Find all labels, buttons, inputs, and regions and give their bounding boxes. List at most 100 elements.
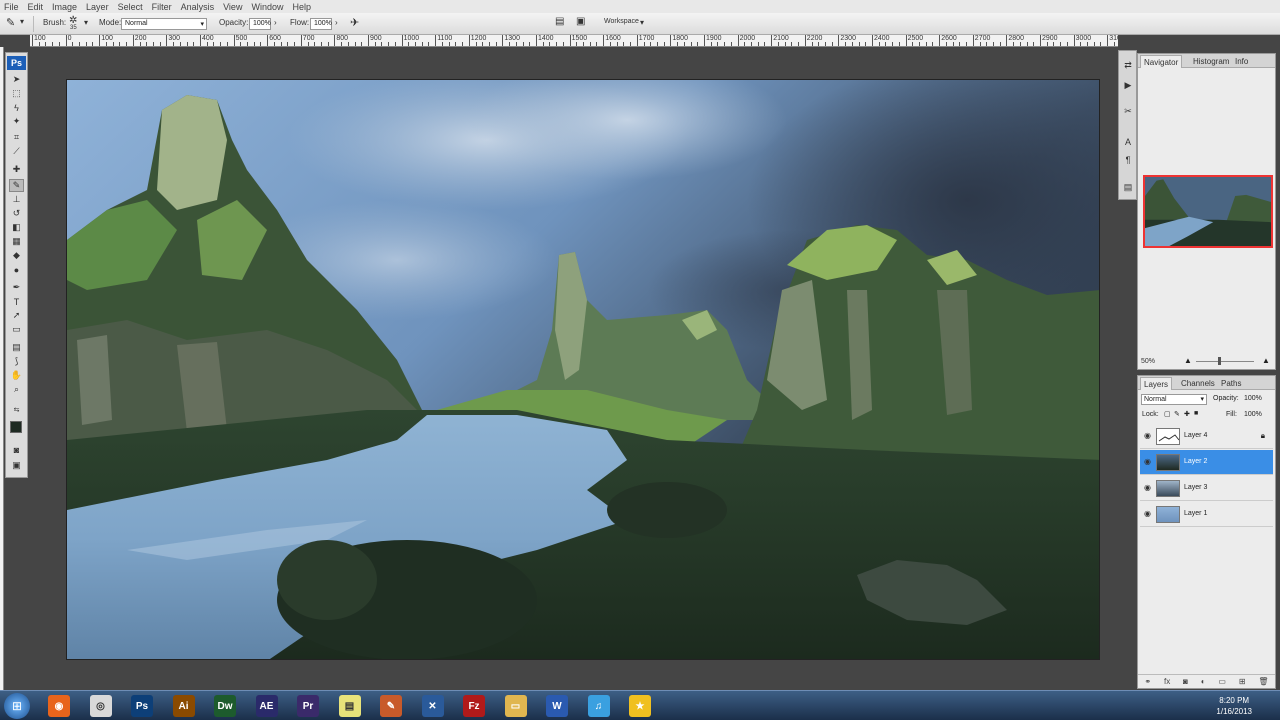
eye-icon[interactable]: ◉ — [1144, 431, 1151, 440]
taskbar-app-w-icon[interactable]: W — [546, 695, 568, 717]
hand-tool-icon[interactable]: ✋ — [9, 369, 24, 382]
tab-layers[interactable]: Layers — [1140, 377, 1173, 390]
blur-tool-icon[interactable]: ◆ — [9, 249, 24, 262]
adjustment-layer-icon[interactable]: ◐ — [1201, 677, 1206, 686]
tab-info[interactable]: Info — [1232, 55, 1251, 68]
taskbar-app-paint-icon[interactable]: ✎ — [380, 695, 402, 717]
notes-tool-icon[interactable]: ▤ — [9, 341, 24, 354]
tool-presets-icon[interactable]: ✂ — [1121, 105, 1135, 118]
healing-brush-icon[interactable]: ✚ — [9, 163, 24, 176]
lock-transparent-icon[interactable]: ▢ — [1164, 410, 1171, 418]
layer-row-layer-4[interactable]: ◉ Layer 4 🔒︎ — [1140, 424, 1273, 449]
bridge-icon[interactable]: ▤ — [555, 16, 564, 27]
start-button[interactable]: ⊞ — [4, 693, 30, 719]
flow-input[interactable]: 100% — [310, 18, 332, 30]
document-canvas[interactable] — [66, 79, 1100, 660]
new-group-icon[interactable]: ▭ — [1218, 677, 1226, 686]
opacity-input[interactable]: 100% — [249, 18, 271, 30]
new-layer-icon[interactable]: ⊞ — [1239, 677, 1246, 686]
eraser-tool-icon[interactable]: ◧ — [9, 221, 24, 234]
menu-file[interactable]: File — [4, 2, 19, 12]
taskbar-app-filezilla-icon[interactable]: Fz — [463, 695, 485, 717]
brushes-panel-icon[interactable]: ⇄ — [1121, 59, 1135, 72]
menu-help[interactable]: Help — [292, 2, 311, 12]
lock-all-icon[interactable]: ■ — [1194, 410, 1198, 417]
brush-tool-icon[interactable]: ✎ — [9, 179, 24, 192]
taskbar-app-firefox-icon[interactable]: ◉ — [48, 695, 70, 717]
tab-navigator[interactable]: Navigator — [1140, 55, 1183, 68]
zoom-out-icon[interactable]: ▲ — [1184, 356, 1192, 365]
blend-mode-select[interactable]: Normal ▾ — [1141, 394, 1207, 405]
zoom-slider-handle[interactable] — [1218, 357, 1221, 365]
taskbar-app-ae-icon[interactable]: AE — [255, 695, 278, 717]
lock-image-icon[interactable]: ✎ — [1174, 410, 1180, 418]
taskbar-app-ps-icon[interactable]: Ps — [131, 695, 153, 717]
clone-stamp-icon[interactable]: ⊥ — [9, 193, 24, 206]
taskbar-app-notes-icon[interactable]: ▤ — [338, 695, 361, 717]
menu-filter[interactable]: Filter — [152, 2, 172, 12]
history-brush-icon[interactable]: ↺ — [9, 207, 24, 220]
lasso-tool-icon[interactable]: ϟ — [9, 101, 24, 114]
zoom-slider[interactable] — [1196, 361, 1254, 362]
marquee-tool-icon[interactable]: ⬚ — [9, 87, 24, 100]
quick-mask-icon[interactable]: ◙ — [9, 443, 24, 456]
brush-tool-icon[interactable]: ✎ — [6, 16, 15, 29]
flow-slider-arrow[interactable]: › — [335, 18, 338, 27]
layer-comps-icon[interactable]: ▤ — [1121, 181, 1135, 194]
taskbar-app-dw-icon[interactable]: Dw — [214, 695, 236, 717]
tab-paths[interactable]: Paths — [1218, 377, 1244, 390]
path-selection-icon[interactable]: ➚ — [9, 309, 24, 322]
navigator-thumbnail[interactable] — [1143, 175, 1273, 248]
brush-picker-dropdown[interactable]: ▾ — [84, 18, 88, 27]
pen-tool-icon[interactable]: ✒ — [9, 281, 24, 294]
opacity-slider-arrow[interactable]: › — [274, 18, 277, 27]
mode-select[interactable]: Normal ▾ — [121, 18, 207, 30]
foreground-color-swatch[interactable] — [10, 421, 22, 433]
crop-tool-icon[interactable]: ⌗ — [9, 131, 24, 144]
tab-histogram[interactable]: Histogram — [1190, 55, 1232, 68]
layer-style-icon[interactable]: fx — [1164, 677, 1170, 686]
menu-image[interactable]: Image — [52, 2, 77, 12]
gradient-tool-icon[interactable]: ▦ — [9, 235, 24, 248]
screen-mode-icon[interactable]: ▣ — [9, 459, 24, 472]
layer-mask-icon[interactable]: ◙ — [1183, 677, 1188, 686]
type-tool-icon[interactable]: T — [9, 295, 24, 308]
dodge-tool-icon[interactable]: ● — [9, 263, 24, 276]
menu-select[interactable]: Select — [118, 2, 143, 12]
taskbar-app-chrome-icon[interactable]: ◎ — [89, 695, 112, 717]
link-layers-icon[interactable]: ⚭ — [1144, 677, 1151, 686]
taskbar-app-itunes-icon[interactable]: ♫ — [587, 695, 610, 717]
move-tool-icon[interactable]: ➤ — [9, 73, 24, 86]
character-panel-icon[interactable]: A — [1121, 135, 1135, 148]
lock-position-icon[interactable]: ✚ — [1184, 410, 1190, 418]
zoom-in-icon[interactable]: ▲ — [1262, 356, 1270, 365]
swap-colors-icon[interactable]: ⇆ — [9, 403, 24, 416]
magic-wand-icon[interactable]: ✦ — [9, 115, 24, 128]
eye-icon[interactable]: ◉ — [1144, 509, 1151, 518]
fill-value[interactable]: 100% — [1244, 411, 1262, 418]
workspace-menu[interactable]: Workspace — [604, 18, 639, 25]
taskbar-app-ai-icon[interactable]: Ai — [172, 695, 195, 717]
zoom-tool-icon[interactable]: ⌕ — [9, 383, 24, 396]
layer-row-layer-1[interactable]: ◉ Layer 1 — [1140, 502, 1273, 527]
menu-window[interactable]: Window — [251, 2, 283, 12]
taskbar-app-terminal-icon[interactable]: ✕ — [421, 695, 444, 717]
actions-panel-icon[interactable]: ▶ — [1121, 79, 1135, 92]
layer-row-layer-2[interactable]: ◉ Layer 2 — [1140, 450, 1273, 475]
airbrush-icon[interactable]: ✈ — [350, 16, 359, 29]
menu-edit[interactable]: Edit — [28, 2, 44, 12]
eye-icon[interactable]: ◉ — [1144, 483, 1151, 492]
menu-layer[interactable]: Layer — [86, 2, 109, 12]
taskbar-app-explorer-icon[interactable]: ▭ — [504, 695, 527, 717]
system-clock[interactable]: 8:20 PM 1/16/2013 — [1216, 695, 1252, 717]
tab-channels[interactable]: Channels — [1178, 377, 1218, 390]
slice-tool-icon[interactable]: ⟋ — [9, 145, 24, 158]
zoom-level[interactable]: 50% — [1141, 358, 1155, 365]
taskbar-app-pr-icon[interactable]: Pr — [297, 695, 319, 717]
layer-row-layer-3[interactable]: ◉ Layer 3 — [1140, 476, 1273, 501]
menu-analysis[interactable]: Analysis — [181, 2, 215, 12]
tool-preset-dropdown[interactable]: ▾ — [20, 17, 24, 26]
layer-opacity-value[interactable]: 100% — [1244, 395, 1262, 402]
eyedropper-icon[interactable]: ⟆ — [9, 355, 24, 368]
delete-layer-icon[interactable]: 🗑︎ — [1258, 677, 1268, 686]
